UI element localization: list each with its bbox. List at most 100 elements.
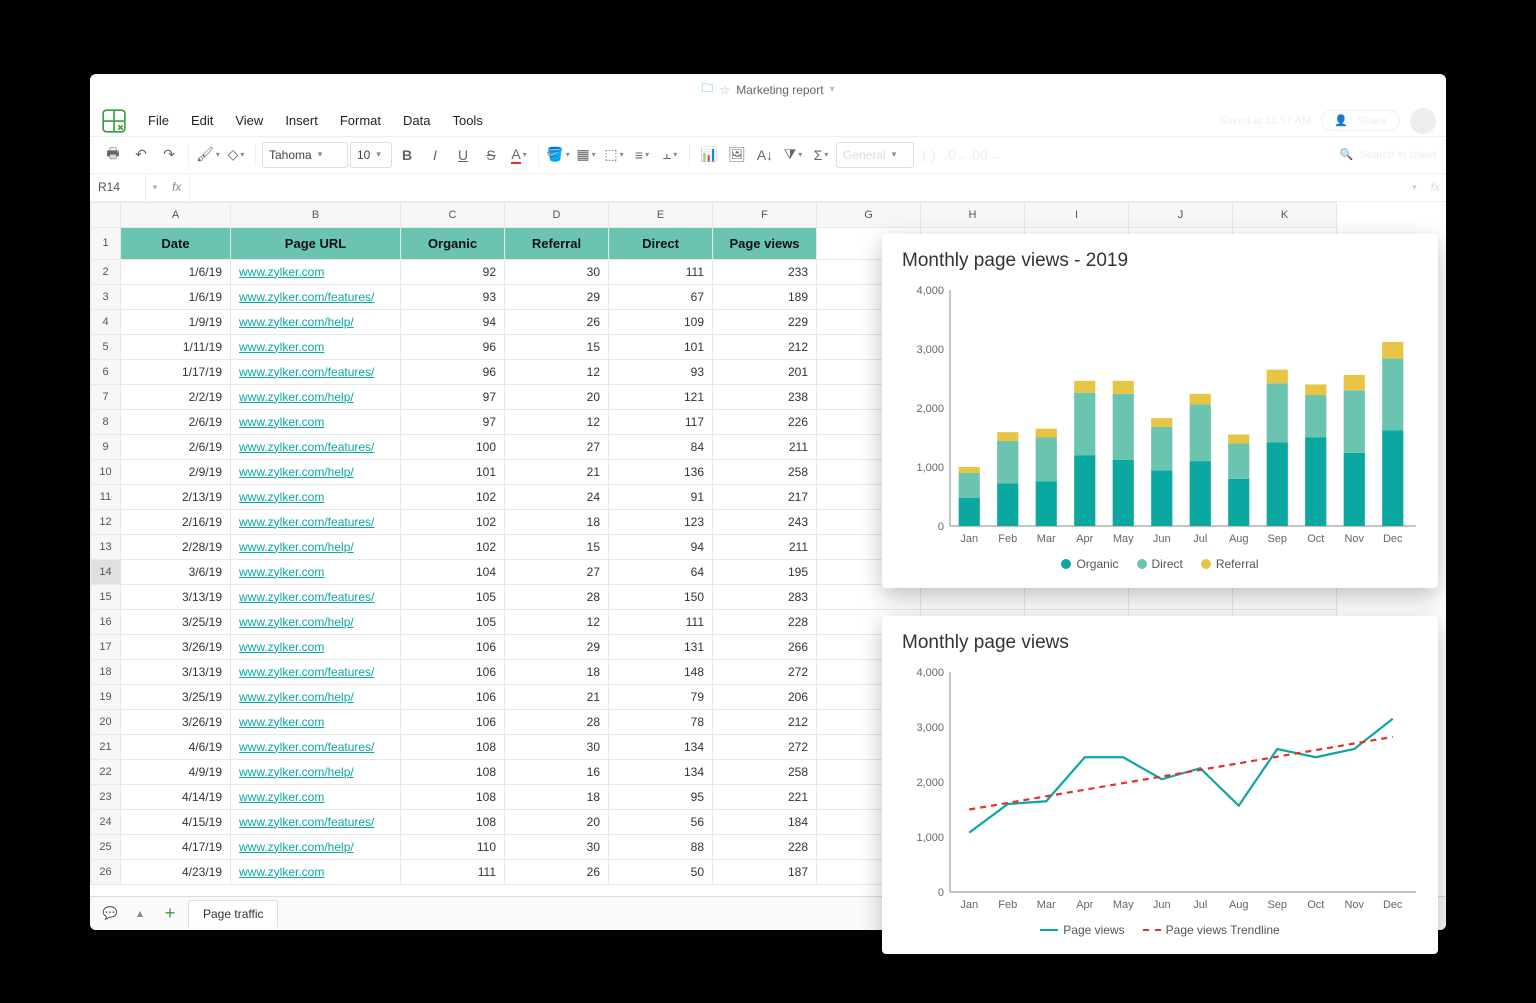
cell[interactable]: 148 [609,659,713,684]
cell[interactable]: 4/14/19 [121,784,231,809]
col-header[interactable]: D [505,202,609,227]
row-header[interactable]: 17 [91,634,121,659]
cell[interactable]: 12 [505,359,609,384]
cell[interactable]: 217 [713,484,817,509]
col-header[interactable]: G [817,202,921,227]
redo-icon[interactable]: ↷ [156,142,182,168]
cell[interactable]: 108 [401,809,505,834]
cell[interactable]: www.zylker.com/help/ [231,534,401,559]
cell[interactable]: 94 [609,534,713,559]
cell[interactable]: 1/6/19 [121,259,231,284]
cell[interactable]: 20 [505,809,609,834]
cell[interactable]: 3/13/19 [121,659,231,684]
cell[interactable]: 150 [609,584,713,609]
cell[interactable]: 2/16/19 [121,509,231,534]
chevron-down-icon[interactable]: ▾ [146,182,164,193]
cell[interactable]: www.zylker.com/help/ [231,309,401,334]
cell[interactable]: 243 [713,509,817,534]
cell[interactable]: 95 [609,784,713,809]
clear-format-icon[interactable]: ◇ [223,142,249,168]
cell[interactable] [1129,584,1233,609]
cell[interactable]: 105 [401,584,505,609]
cell[interactable]: 102 [401,534,505,559]
cell[interactable]: 3/25/19 [121,684,231,709]
cell[interactable]: www.zylker.com/features/ [231,284,401,309]
cell[interactable]: 97 [401,409,505,434]
cell[interactable]: 3/6/19 [121,559,231,584]
cell[interactable]: 123 [609,509,713,534]
cell[interactable]: www.zylker.com [231,559,401,584]
menu-format[interactable]: Format [330,109,391,132]
col-header[interactable]: I [1025,202,1129,227]
cell[interactable]: www.zylker.com [231,859,401,884]
cell[interactable]: 101 [609,334,713,359]
url-link[interactable]: www.zylker.com [239,415,324,429]
decimal-inc-icon[interactable]: .0← [944,142,970,168]
star-icon[interactable]: ☆ [719,83,730,97]
url-link[interactable]: www.zylker.com/features/ [239,365,374,379]
image-insert-icon[interactable]: 🖼 [724,142,750,168]
col-header[interactable]: K [1233,202,1337,227]
cell[interactable]: 110 [401,834,505,859]
row-header[interactable]: 22 [91,759,121,784]
cell[interactable]: 1/9/19 [121,309,231,334]
cell[interactable]: 18 [505,659,609,684]
cell[interactable]: 134 [609,734,713,759]
cell[interactable]: 272 [713,734,817,759]
url-link[interactable]: www.zylker.com/help/ [239,315,354,329]
cell[interactable]: 238 [713,384,817,409]
menu-view[interactable]: View [225,109,273,132]
paren-icon[interactable]: ( ) [916,142,942,168]
cell[interactable]: 20 [505,384,609,409]
cell[interactable]: 1/17/19 [121,359,231,384]
cell[interactable]: www.zylker.com [231,259,401,284]
cell[interactable]: www.zylker.com/help/ [231,684,401,709]
cell[interactable]: 24 [505,484,609,509]
cell[interactable]: 101 [401,459,505,484]
cell[interactable]: 21 [505,459,609,484]
cell[interactable]: 108 [401,784,505,809]
cell[interactable]: 4/9/19 [121,759,231,784]
col-header[interactable]: C [401,202,505,227]
chevron-down-icon[interactable]: ▾ [1404,182,1425,193]
cell[interactable]: www.zylker.com/help/ [231,459,401,484]
print-icon[interactable]: 🖶 [100,142,126,168]
cell[interactable]: 18 [505,784,609,809]
cell[interactable] [817,584,921,609]
cell[interactable]: 30 [505,259,609,284]
row-header[interactable]: 7 [91,384,121,409]
cell[interactable]: 187 [713,859,817,884]
collapse-icon[interactable]: ▴ [128,901,152,925]
cell[interactable]: 1/11/19 [121,334,231,359]
url-link[interactable]: www.zylker.com/help/ [239,390,354,404]
cell[interactable]: www.zylker.com/help/ [231,609,401,634]
cell[interactable]: 233 [713,259,817,284]
cell[interactable]: 108 [401,734,505,759]
cell[interactable]: 2/9/19 [121,459,231,484]
row-header[interactable]: 25 [91,834,121,859]
cell[interactable]: 93 [401,284,505,309]
url-link[interactable]: www.zylker.com/features/ [239,290,374,304]
cell[interactable]: 258 [713,759,817,784]
cell[interactable]: 206 [713,684,817,709]
row-header[interactable]: 4 [91,309,121,334]
url-link[interactable]: www.zylker.com [239,715,324,729]
cell[interactable]: www.zylker.com/features/ [231,359,401,384]
cell[interactable]: www.zylker.com/features/ [231,734,401,759]
header-cell[interactable]: Direct [609,227,713,259]
menu-insert[interactable]: Insert [275,109,328,132]
cell[interactable]: 18 [505,509,609,534]
header-cell[interactable]: Referral [505,227,609,259]
cell[interactable] [921,584,1025,609]
row-header[interactable]: 13 [91,534,121,559]
cell[interactable]: 106 [401,659,505,684]
fx-panel-icon[interactable]: fx [1425,180,1446,194]
cell[interactable]: www.zylker.com [231,709,401,734]
cell[interactable]: www.zylker.com/help/ [231,384,401,409]
merge-icon[interactable]: ⬚ [601,142,627,168]
url-link[interactable]: www.zylker.com [239,340,324,354]
row-header[interactable]: 26 [91,859,121,884]
cell[interactable]: 106 [401,709,505,734]
url-link[interactable]: www.zylker.com [239,640,324,654]
cell[interactable]: 84 [609,434,713,459]
